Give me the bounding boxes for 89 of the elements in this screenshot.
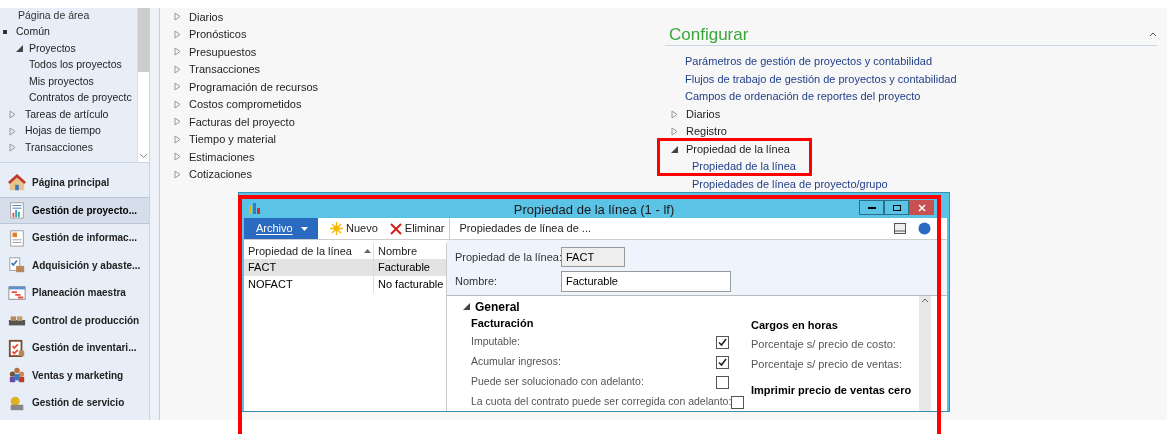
group-title: Imprimir precio de ventas cero (751, 383, 912, 399)
module-button[interactable]: Planeación maestra (0, 279, 149, 307)
house-icon (8, 173, 26, 192)
checkbox[interactable] (716, 375, 729, 389)
scrollbar[interactable] (919, 296, 931, 411)
module-button[interactable]: Gestión de proyecto... (0, 196, 149, 224)
close-icon (917, 203, 926, 212)
field-label: Porcentaje s/ precio de ventas: (751, 356, 904, 372)
close-button[interactable] (909, 200, 934, 215)
layout-icon[interactable] (894, 223, 906, 234)
collapse-icon[interactable] (1149, 32, 1157, 37)
toolbar-button[interactable]: Propiedades de línea de ... (448, 218, 601, 239)
checkbox-label: La cuota del contrato puede ser corregida con adelanto: (471, 394, 732, 410)
tree-item[interactable]: Estimaciones (189, 148, 255, 165)
tree-item[interactable]: Proyectos (29, 40, 76, 57)
checkbox[interactable] (716, 355, 729, 369)
table-cell: FACT (244, 259, 374, 276)
section-title: Configurar (668, 23, 749, 46)
checkbox-label: Imputable: (471, 334, 521, 350)
link[interactable]: Propiedades de línea de proyecto/grupo (692, 178, 888, 190)
field-label: Propiedad de la línea: (455, 249, 561, 265)
checkbox[interactable] (731, 395, 745, 409)
clipboard-icon (8, 338, 26, 357)
tree-item[interactable]: Cotizaciones (189, 166, 252, 183)
group-title: Cargos en horas (751, 318, 839, 334)
link[interactable]: Propiedad de la línea (692, 161, 796, 173)
module-button[interactable]: Gestión de informac... (0, 224, 149, 252)
link[interactable]: Campos de ordenación de reportes del proyecto (685, 91, 921, 103)
module-button[interactable]: Gestión de servicio (0, 389, 149, 417)
window-title: Propiedad de la línea (1 - lf) (513, 202, 675, 217)
tree-item[interactable]: Registro (686, 126, 727, 138)
chart-icon (8, 201, 26, 220)
module-button[interactable]: Adquisición y abaste... (0, 251, 149, 279)
link[interactable]: Flujos de trabajo de gestión de proyectos y contabilidad (685, 73, 957, 85)
tree-item[interactable]: Propiedad de la línea (686, 143, 790, 155)
toolbar-button[interactable]: Nuevo (318, 218, 378, 239)
checkbox-label: Acumular ingresos: (471, 354, 561, 370)
sort-ascending-icon (363, 249, 371, 253)
tree-item[interactable]: Facturas del proyecto (189, 113, 295, 130)
maximize-button[interactable] (884, 200, 909, 215)
app-icon (249, 203, 261, 214)
checklist-box-icon (8, 256, 26, 275)
help-icon[interactable] (918, 222, 931, 235)
scroll-up-icon (920, 296, 930, 304)
tree-item[interactable]: Contratos de proyectc (29, 90, 132, 107)
tree-item[interactable]: Presupuestos (189, 43, 257, 60)
tree-item[interactable]: Diarios (686, 108, 721, 120)
section-header[interactable]: General (475, 297, 520, 316)
module-button[interactable]: Gestión de inventari... (0, 334, 149, 362)
field-label: Nombre: (455, 273, 499, 289)
name-field[interactable]: Facturable (561, 270, 731, 292)
tree-item[interactable]: Todos los proyectos (29, 57, 122, 74)
file-menu-button[interactable]: Archivo (244, 218, 318, 239)
readonly-field[interactable]: FACT (561, 247, 625, 267)
pane-header: Página de área (18, 8, 90, 24)
minimize-button[interactable] (859, 200, 884, 215)
grid-row[interactable]: NOFACT No facturable (244, 276, 446, 293)
document-icon (8, 228, 26, 247)
tree-item[interactable]: Programación de recursos (189, 78, 318, 95)
people-icon (8, 366, 26, 385)
table-cell: NOFACT (244, 276, 374, 293)
scrollbar[interactable] (137, 8, 149, 162)
x-mark-icon (389, 222, 402, 235)
tree-item[interactable]: Tareas de artículo (25, 106, 109, 123)
field-label: Porcentaje s/ precio de costo: (751, 336, 897, 352)
tree-item[interactable]: Tiempo y material (189, 131, 276, 148)
tree-item[interactable]: Diarios (189, 8, 224, 25)
table-cell-text: No facturable (377, 277, 445, 293)
grid-row[interactable]: FACT Facturable (244, 259, 446, 276)
checkbox-label: Puede ser solucionado con adelanto: (471, 374, 644, 390)
module-button[interactable]: Ventas y marketing (0, 361, 149, 389)
table-cell-text: Facturable (377, 260, 431, 276)
link[interactable]: Parámetros de gestión de proyectos y contabilidad (685, 56, 933, 68)
tree-item[interactable]: Hojas de tiempo (25, 123, 101, 140)
toolbar-button[interactable]: Eliminar (377, 218, 445, 239)
tree-item[interactable]: Pronósticos (189, 26, 247, 43)
tree-item[interactable]: Costos comprometidos (189, 96, 302, 113)
module-button[interactable]: Página principal (0, 169, 149, 197)
group-title: Facturación (471, 316, 535, 332)
calendar-icon (8, 283, 26, 302)
tree-item[interactable]: Común (16, 24, 50, 41)
column-header[interactable]: Nombre (374, 243, 446, 259)
checkbox[interactable] (716, 335, 729, 349)
tree-item[interactable]: Transacciones (189, 61, 261, 78)
caret-icon (300, 226, 308, 231)
tree-item[interactable]: Mis proyectos (29, 73, 94, 90)
module-button[interactable]: Control de producción (0, 306, 149, 334)
sun-icon (330, 222, 343, 235)
tree-item[interactable]: Transacciones (25, 139, 93, 156)
